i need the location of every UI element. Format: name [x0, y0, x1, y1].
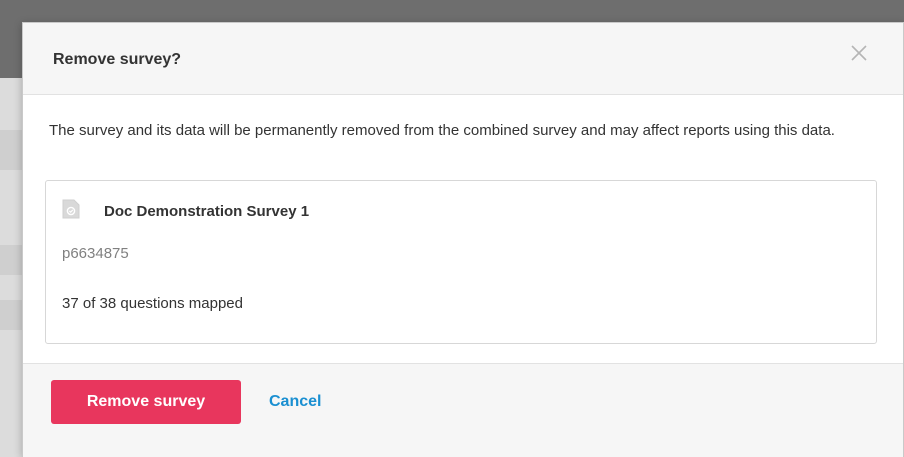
dialog-message: The survey and its data will be permanen… [49, 122, 835, 139]
close-icon[interactable] [849, 43, 869, 63]
survey-name: Doc Demonstration Survey 1 [104, 203, 310, 220]
remove-survey-dialog: Remove survey? The survey and its data w… [22, 22, 904, 457]
survey-card: Doc Demonstration Survey 1 p6634875 37 o… [45, 180, 877, 344]
cancel-button[interactable]: Cancel [269, 393, 321, 411]
survey-document-icon [62, 199, 80, 219]
dialog-footer: Remove survey Cancel [23, 363, 903, 457]
dialog-title: Remove survey? [53, 51, 182, 68]
survey-mapping-status: 37 of 38 questions mapped [62, 295, 243, 312]
survey-id: p6634875 [62, 245, 129, 262]
remove-survey-button[interactable]: Remove survey [51, 380, 241, 424]
dialog-header: Remove survey? [23, 23, 903, 95]
